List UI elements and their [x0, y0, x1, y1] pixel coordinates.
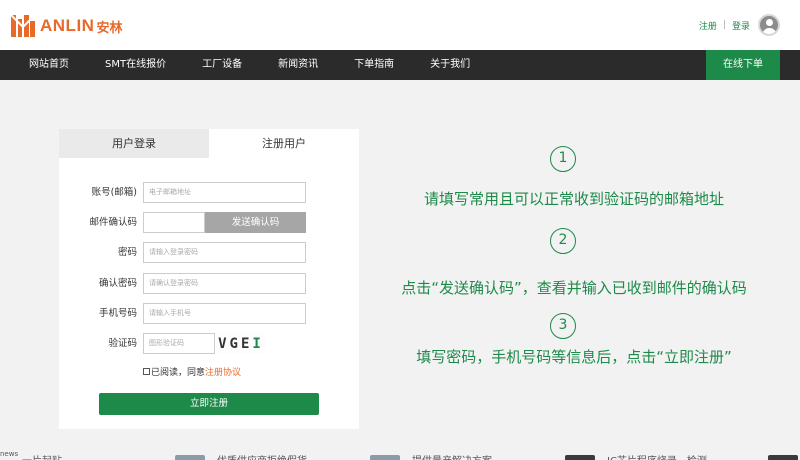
site-header: ANLIN 安林 注册 | 登录: [0, 0, 800, 50]
logo-mark-icon: [10, 13, 36, 39]
feature-item-1: 一片起贴: [22, 452, 62, 460]
captcha-input[interactable]: 图形验证码: [143, 333, 215, 354]
email-code-label: 邮件确认码: [89, 217, 137, 228]
step-1-number: 1: [550, 146, 576, 172]
order-online-button[interactable]: 在线下单: [706, 50, 780, 80]
email-input[interactable]: 电子邮箱地址: [143, 182, 306, 203]
logo-cn: 安林: [96, 20, 123, 36]
password-row: 密码 请输入登录密码: [59, 242, 359, 263]
nav-item-smt-quote[interactable]: SMT在线报价: [87, 50, 184, 80]
phone-row: 手机号码 请输入手机号: [59, 303, 359, 324]
nav-item-equipment[interactable]: 工厂设备: [184, 50, 260, 80]
feature-item-3: 提供量产解决方案: [412, 452, 492, 460]
confirm-password-row: 确认密码 请确认登录密码: [59, 273, 359, 294]
step-2-text: 点击“发送确认码”，查看并输入已收到邮件的确认码: [401, 279, 747, 297]
main-nav: 网站首页 SMT在线报价 工厂设备 新闻资讯 下单指南 关于我们: [0, 50, 800, 80]
feature-thumb-2: [370, 455, 400, 460]
nav-item-news[interactable]: 新闻资讯: [260, 50, 336, 80]
feature-thumb-4: [768, 455, 798, 460]
captcha-text: VGE: [218, 335, 253, 352]
password-label: 密码: [117, 247, 137, 258]
step-3-number: 3: [550, 313, 576, 339]
top-links: 注册 | 登录: [699, 12, 780, 38]
agreement: 已阅读，同意 注册协议: [143, 364, 241, 378]
site-logo[interactable]: ANLIN 安林: [10, 12, 122, 40]
nav-items: 网站首页 SMT在线报价 工厂设备 新闻资讯 下单指南 关于我们: [11, 50, 488, 80]
nav-item-order-guide[interactable]: 下单指南: [336, 50, 412, 80]
register-link[interactable]: 注册: [699, 19, 717, 32]
captcha-text-last: I: [252, 335, 264, 352]
register-card: 用户登录 注册用户 账号(邮箱) 电子邮箱地址 邮件确认码 发送确认码 密码 请…: [59, 129, 359, 429]
nav-item-home[interactable]: 网站首页: [11, 50, 87, 80]
captcha-image[interactable]: VGE I: [216, 333, 266, 354]
email-code-input[interactable]: [143, 212, 205, 233]
account-label: 账号(邮箱): [91, 187, 137, 198]
agree-text: 已阅读，同意: [151, 367, 206, 378]
link-separator: |: [722, 20, 726, 30]
phone-label: 手机号码: [98, 308, 137, 319]
agree-checkbox[interactable]: [143, 367, 150, 375]
confirm-password-label: 确认密码: [98, 278, 137, 289]
logo-text: ANLIN: [40, 16, 95, 35]
step-3-text: 填写密码，手机号码等信息后，点击“立即注册”: [416, 348, 732, 366]
register-submit-button[interactable]: 立即注册: [99, 393, 319, 415]
account-row: 账号(邮箱) 电子邮箱地址: [59, 182, 359, 203]
nav-item-about[interactable]: 关于我们: [412, 50, 488, 80]
tab-login[interactable]: 用户登录: [59, 129, 209, 158]
captcha-label: 验证码: [108, 338, 137, 349]
phone-input[interactable]: 请输入手机号: [143, 303, 306, 324]
agreement-link[interactable]: 注册协议: [205, 365, 241, 378]
confirm-password-input[interactable]: 请确认登录密码: [143, 273, 306, 294]
auth-tabs: 用户登录 注册用户: [59, 129, 359, 158]
tab-register[interactable]: 注册用户: [209, 129, 359, 158]
send-code-button[interactable]: 发送确认码: [205, 212, 306, 233]
password-input[interactable]: 请输入登录密码: [143, 242, 306, 263]
news-badge: news: [0, 450, 19, 458]
avatar-icon[interactable]: [758, 14, 780, 36]
feature-thumb-3: [565, 455, 595, 460]
feature-item-4: IC芯片程序烧录，检测: [607, 452, 707, 460]
login-link[interactable]: 登录: [732, 19, 750, 32]
email-code-row: 邮件确认码 发送确认码: [59, 212, 359, 233]
feature-thumb-1: [175, 455, 205, 460]
captcha-row: 验证码 图形验证码 VGE I: [59, 333, 359, 354]
step-2-number: 2: [550, 228, 576, 254]
feature-item-2: 优质供应商拒绝假货: [217, 452, 307, 460]
step-1-text: 请填写常用且可以正常收到验证码的邮箱地址: [423, 190, 724, 208]
feature-strip: news 一片起贴 优质供应商拒绝假货 提供量产解决方案 IC芯片程序烧录，检测: [0, 450, 800, 460]
